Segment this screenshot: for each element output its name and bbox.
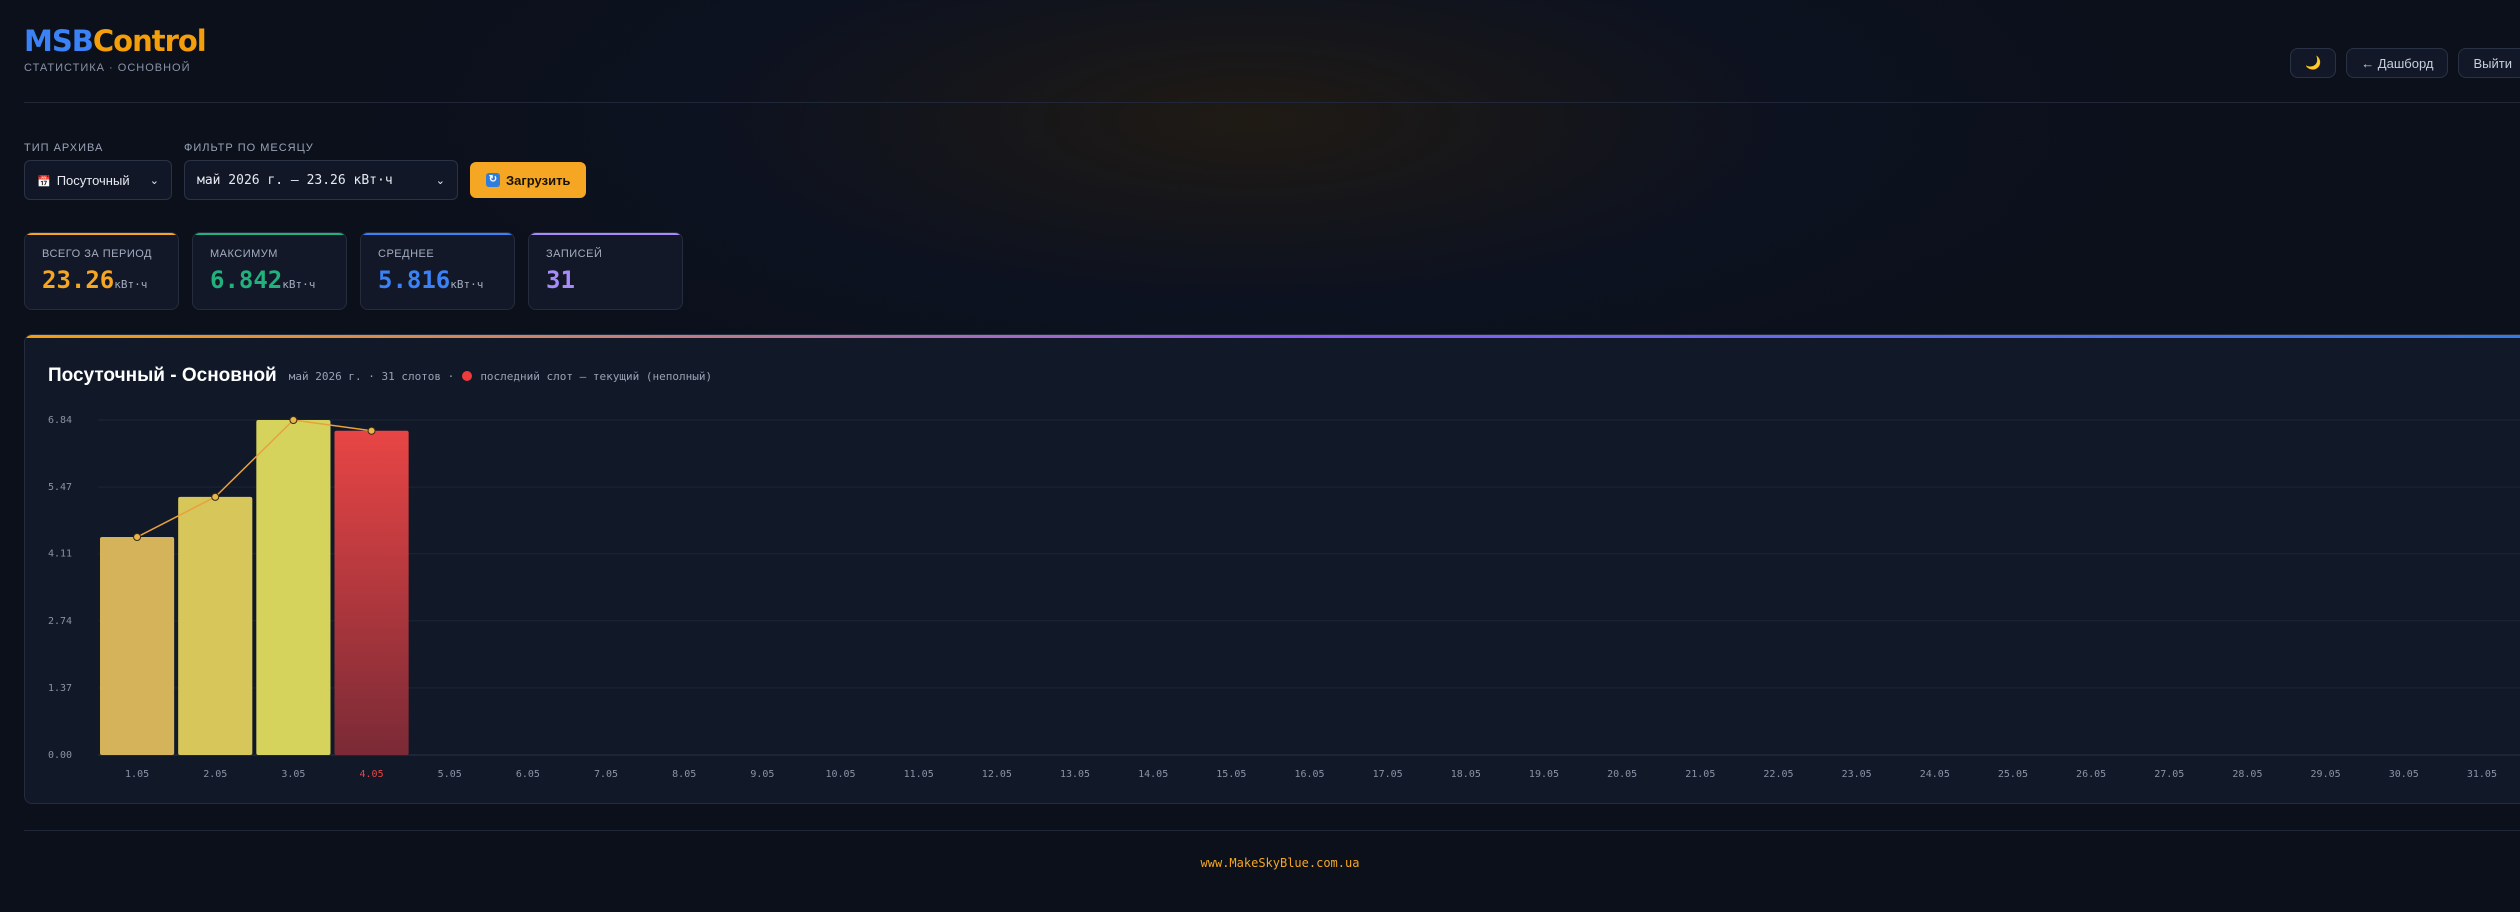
logo-control: Control — [92, 24, 207, 58]
x-tick-label: 6.05 — [516, 769, 540, 780]
x-tick-label: 9.05 — [750, 769, 774, 780]
x-tick-label: 5.05 — [438, 769, 462, 780]
x-tick-label: 25.05 — [1998, 769, 2028, 780]
dashboard-button[interactable]: ← Дашборд — [2346, 48, 2449, 78]
stat-label: ЗАПИСЕЙ — [546, 248, 603, 260]
x-tick-label: 1.05 — [125, 769, 149, 780]
month-filter-group: ФИЛЬТР ПО МЕСЯЦУ май 2026 г. — 23.26 кВт… — [184, 142, 458, 200]
stat-unit: кВт·ч — [450, 278, 484, 291]
logout-button[interactable]: Выйти — [2458, 48, 2520, 78]
chevron-down-icon: ⌄ — [149, 174, 159, 187]
x-tick-label: 11.05 — [904, 769, 934, 780]
x-tick-label: 14.05 — [1138, 769, 1168, 780]
bar — [256, 420, 331, 755]
x-tick-label: 16.05 — [1294, 769, 1324, 780]
x-tick-label: 8.05 — [672, 769, 696, 780]
stat-label: СРЕДНЕЕ — [378, 248, 435, 260]
load-button[interactable]: ↻ Загрузить — [470, 162, 587, 198]
x-tick-label: 2.05 — [203, 769, 227, 780]
y-tick-label: 4.11 — [48, 549, 72, 560]
stat-card: ЗАПИСЕЙ 31 — [528, 232, 683, 310]
month-filter-select[interactable]: май 2026 г. — 23.26 кВт·ч ⌄ — [184, 160, 458, 200]
stat-value: 23.26кВт·ч — [42, 266, 161, 294]
archive-type-select[interactable]: 📅 Посуточный ⌄ — [24, 160, 172, 200]
trend-point — [211, 492, 220, 501]
header-divider — [24, 102, 2520, 103]
x-tick-label: 30.05 — [2389, 769, 2419, 780]
x-tick-label: 15.05 — [1216, 769, 1246, 780]
x-tick-label: 24.05 — [1920, 769, 1950, 780]
trend-point — [289, 416, 298, 424]
logo-msb: MSB — [24, 24, 94, 58]
theme-toggle-button[interactable]: 🌙 — [2290, 48, 2337, 78]
stat-value: 5.816кВт·ч — [378, 266, 497, 294]
x-tick-label: 19.05 — [1529, 769, 1559, 780]
bar-current — [334, 430, 409, 755]
stat-number: 6.842 — [210, 266, 283, 294]
x-tick-label: 10.05 — [825, 769, 855, 780]
x-tick-label: 7.05 — [594, 769, 618, 780]
x-tick-label: 20.05 — [1607, 769, 1637, 780]
x-tick-label: 21.05 — [1685, 769, 1715, 780]
header-actions: 🌙 ← Дашборд Выйти — [2290, 48, 2520, 78]
y-tick-label: 5.47 — [48, 482, 72, 493]
stat-unit: кВт·ч — [282, 278, 316, 291]
y-tick-label: 6.84 — [48, 415, 72, 426]
stat-value: 6.842кВт·ч — [210, 266, 329, 294]
stat-unit: кВт·ч — [114, 278, 148, 291]
app-header: MSBControl СТАТИСТИКА · ОСНОВНОЙ — [24, 24, 207, 74]
stat-label: МАКСИМУМ — [210, 248, 278, 260]
stat-card: МАКСИМУМ 6.842кВт·ч — [192, 232, 347, 310]
x-tick-label: 23.05 — [1842, 769, 1872, 780]
month-filter-value: май 2026 г. — 23.26 кВт·ч — [197, 172, 393, 188]
logo: MSBControl — [24, 24, 207, 58]
footer-link[interactable]: www.MakeSkyBlue.com.ua — [0, 856, 2520, 870]
x-tick-label: 12.05 — [982, 769, 1012, 780]
x-tick-label: 3.05 — [281, 769, 305, 780]
x-tick-label: 26.05 — [2076, 769, 2106, 780]
stat-card: ВСЕГО ЗА ПЕРИОД 23.26кВт·ч — [24, 232, 179, 310]
moon-icon: 🌙 — [2305, 55, 2322, 70]
trend-point — [133, 533, 142, 542]
archive-type-value: Посуточный — [56, 172, 130, 188]
stat-card: СРЕДНЕЕ 5.816кВт·ч — [360, 232, 515, 310]
refresh-icon: ↻ — [486, 173, 500, 187]
stat-number: 31 — [546, 266, 575, 294]
chart-svg: 0.00 1.37 2.74 4.11 5.47 6.84 1.05 2.05 3.05 4.05… — [48, 415, 2520, 780]
x-tick-label: 27.05 — [2154, 769, 2184, 780]
controls-bar: ТИП АРХИВА 📅 Посуточный ⌄ ФИЛЬТР ПО МЕСЯЦ… — [24, 142, 587, 200]
load-button-label: Загрузить — [506, 172, 571, 188]
y-tick-label: 1.37 — [48, 683, 72, 694]
x-tick-label: 31.05 — [2467, 769, 2497, 780]
stat-number: 23.26 — [42, 266, 115, 294]
stat-value: 31 — [546, 266, 665, 294]
archive-type-group: ТИП АРХИВА 📅 Посуточный ⌄ — [24, 142, 172, 200]
calendar-icon: 📅 — [37, 175, 51, 188]
x-tick-label: 17.05 — [1373, 769, 1403, 780]
chart-card: Посуточный - Основной май 2026 г. · 31 с… — [24, 334, 2520, 804]
x-tick-label: 13.05 — [1060, 769, 1090, 780]
archive-type-label: ТИП АРХИВА — [24, 142, 104, 154]
x-tick-label: 22.05 — [1763, 769, 1793, 780]
trend-point — [367, 426, 376, 435]
y-tick-label: 0.00 — [48, 750, 72, 761]
stat-number: 5.816 — [378, 266, 451, 294]
page-subtitle: СТАТИСТИКА · ОСНОВНОЙ — [24, 62, 191, 74]
month-filter-label: ФИЛЬТР ПО МЕСЯЦУ — [184, 142, 314, 154]
bar — [178, 496, 253, 755]
x-tick-label: 4.05 — [360, 769, 384, 780]
x-tick-label: 18.05 — [1451, 769, 1481, 780]
x-tick-label: 28.05 — [2232, 769, 2262, 780]
stats-row: ВСЕГО ЗА ПЕРИОД 23.26кВт·ч МАКСИМУМ 6.842кВ… — [24, 232, 683, 310]
bar — [100, 537, 175, 755]
y-tick-label: 2.74 — [48, 616, 72, 627]
x-tick-label: 29.05 — [2311, 769, 2341, 780]
footer-divider — [24, 830, 2520, 831]
chevron-down-icon: ⌄ — [435, 174, 445, 187]
stat-label: ВСЕГО ЗА ПЕРИОД — [42, 248, 152, 260]
